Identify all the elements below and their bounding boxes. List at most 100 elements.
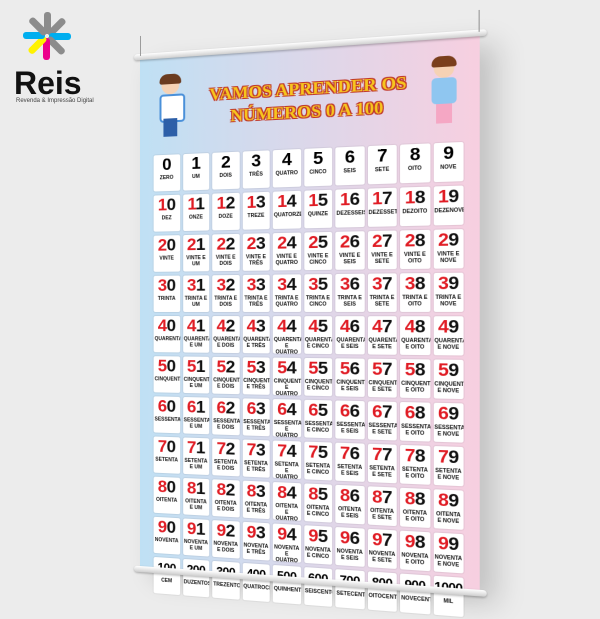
number-value: 70 bbox=[154, 436, 180, 457]
number-card: 11 ONZE bbox=[183, 194, 210, 231]
number-card: 1000MIL bbox=[433, 576, 463, 617]
number-word: VINTE E OITO bbox=[400, 251, 430, 264]
number-word: NOVENTA E SEIS bbox=[335, 548, 364, 563]
number-card: 79 SETENTA E NOVE bbox=[433, 446, 463, 486]
number-word: CINQUENTA E NOVE bbox=[433, 381, 463, 395]
number-word: VINTE E SEIS bbox=[335, 252, 364, 265]
number-value: 47 bbox=[367, 316, 396, 337]
number-word: OITO bbox=[400, 165, 430, 173]
number-word: SESSENTA E SEIS bbox=[335, 422, 364, 436]
number-card: 10 DEZ bbox=[154, 195, 180, 232]
number-word: OITENTA E DOIS bbox=[212, 500, 239, 514]
number-card: 43 QUARENTA E TRÊS bbox=[242, 316, 269, 353]
number-card: 44 QUARENTA E QUATRO bbox=[273, 316, 301, 354]
number-word: QUATORZE bbox=[273, 212, 301, 219]
number-word: VINTE E NOVE bbox=[433, 251, 463, 264]
number-card: 85 OITENTA E CINCO bbox=[304, 483, 332, 522]
number-word: DOIS bbox=[212, 172, 239, 179]
number-word: QUATROCENTOS bbox=[242, 583, 269, 591]
number-value: 49 bbox=[433, 316, 463, 338]
number-word: CINQUENTA bbox=[154, 376, 180, 383]
number-word: SESSENTA E UM bbox=[183, 417, 210, 430]
number-card: 77 SETENTA E SETE bbox=[367, 444, 396, 484]
number-card: 23 VINTE E TRÊS bbox=[242, 233, 269, 271]
brand-name: Reis bbox=[14, 68, 114, 98]
number-value: 37 bbox=[367, 273, 396, 295]
number-card: 84 OITENTA E QUATRO bbox=[273, 482, 301, 521]
number-card: 0 ZERO bbox=[154, 154, 180, 191]
number-card: 36 TRINTA E SEIS bbox=[335, 274, 364, 312]
number-card: 88 OITENTA E OITO bbox=[400, 488, 430, 528]
number-value: 91 bbox=[183, 518, 210, 540]
number-value: 45 bbox=[304, 316, 332, 337]
number-card: 82 OITENTA E DOIS bbox=[212, 479, 239, 517]
number-word: DEZENOVE bbox=[433, 207, 463, 214]
number-value: 85 bbox=[304, 483, 332, 505]
number-word: SETENTA E QUATRO bbox=[273, 461, 301, 479]
number-value: 83 bbox=[242, 481, 269, 503]
number-word: VINTE E DOIS bbox=[212, 254, 239, 267]
number-word: CINCO bbox=[304, 169, 332, 176]
number-card: 83 OITENTA E TRÊS bbox=[242, 481, 269, 520]
number-card: 55 CINQUENTA E CINCO bbox=[304, 358, 332, 396]
number-value: 22 bbox=[212, 234, 239, 255]
number-value: 51 bbox=[183, 357, 210, 378]
number-word: TREZENTOS bbox=[212, 581, 239, 589]
number-card: 13 TREZE bbox=[242, 192, 269, 230]
number-value: 30 bbox=[154, 276, 180, 296]
number-card: 14 QUATORZE bbox=[273, 191, 301, 229]
number-card: 67 SESSENTA E SETE bbox=[367, 401, 396, 440]
number-card: 100CEM bbox=[154, 557, 180, 595]
number-card: 92 NOVENTA E DOIS bbox=[212, 520, 239, 559]
number-value: 64 bbox=[273, 399, 301, 421]
number-value: 67 bbox=[367, 401, 396, 423]
number-value: 0 bbox=[154, 154, 180, 175]
number-word: TRINTA E OITO bbox=[400, 295, 430, 308]
number-word: TRINTA E TRÊS bbox=[242, 295, 269, 307]
number-grid: 0 ZERO 1 UM 2 DOIS 3 TRÊS 4 QUATRO 5 CINCO 6 SEIS 7 SET… bbox=[154, 142, 464, 617]
number-word: SESSENTA E QUATRO bbox=[273, 420, 301, 438]
number-card: 73 SETENTA E TRÊS bbox=[242, 439, 269, 477]
number-card: 4 QUATRO bbox=[273, 149, 301, 188]
number-word: TRINTA E SEIS bbox=[335, 295, 364, 308]
number-card: 47 QUARENTA E SETE bbox=[367, 316, 396, 355]
number-card: 81 OITENTA E UM bbox=[183, 478, 210, 516]
number-value: 8 bbox=[400, 143, 430, 166]
number-value: 59 bbox=[433, 359, 463, 381]
hanging-cord bbox=[479, 10, 480, 32]
girl-illustration bbox=[425, 57, 464, 126]
number-card: 97 NOVENTA E SETE bbox=[367, 529, 396, 569]
number-card: 80 OITENTA bbox=[154, 477, 180, 515]
number-word: QUARENTA E UM bbox=[183, 336, 210, 348]
number-value: 97 bbox=[367, 529, 396, 552]
number-word: SETENTA E SEIS bbox=[335, 464, 364, 478]
number-word: TRINTA E UM bbox=[183, 296, 210, 308]
number-card: 200DUZENTOS bbox=[183, 559, 210, 597]
number-card: 58 CINQUENTA E OITO bbox=[400, 359, 430, 398]
number-word: SETENTA E DOIS bbox=[212, 459, 239, 472]
number-card: 53 CINQUENTA E TRÊS bbox=[242, 357, 269, 395]
number-card: 300TREZENTOS bbox=[212, 561, 239, 600]
number-word: TRÊS bbox=[242, 171, 269, 178]
number-card: 41 QUARENTA E UM bbox=[183, 316, 210, 353]
number-value: 5 bbox=[304, 148, 332, 170]
number-word: SETENTA bbox=[154, 457, 180, 464]
number-card: 59 CINQUENTA E NOVE bbox=[433, 359, 463, 399]
number-card: 78 SETENTA E OITO bbox=[400, 445, 430, 485]
number-word: TRINTA E SETE bbox=[367, 295, 396, 308]
number-value: 21 bbox=[183, 235, 210, 256]
number-word: TRINTA bbox=[154, 296, 180, 302]
number-word: OITENTA E SEIS bbox=[335, 506, 364, 520]
number-word: DOZE bbox=[212, 213, 239, 220]
number-card: 30 TRINTA bbox=[154, 276, 180, 312]
number-word: SESSENTA E CINCO bbox=[304, 421, 332, 434]
number-card: 29 VINTE E NOVE bbox=[433, 229, 463, 269]
number-card: 45 QUARENTA E CINCO bbox=[304, 316, 332, 354]
brand-tagline: Revenda & Impressão Digital bbox=[16, 98, 114, 105]
number-card: 27 VINTE E SETE bbox=[367, 231, 396, 270]
number-chart-banner: VAMOS APRENDER OS NÚMEROS 0 A 100 0 ZERO 1… bbox=[140, 34, 480, 592]
number-value: 29 bbox=[433, 229, 463, 251]
number-card: 5 CINCO bbox=[304, 148, 332, 187]
number-word: OITENTA E UM bbox=[183, 498, 210, 512]
number-value: 27 bbox=[367, 231, 396, 253]
